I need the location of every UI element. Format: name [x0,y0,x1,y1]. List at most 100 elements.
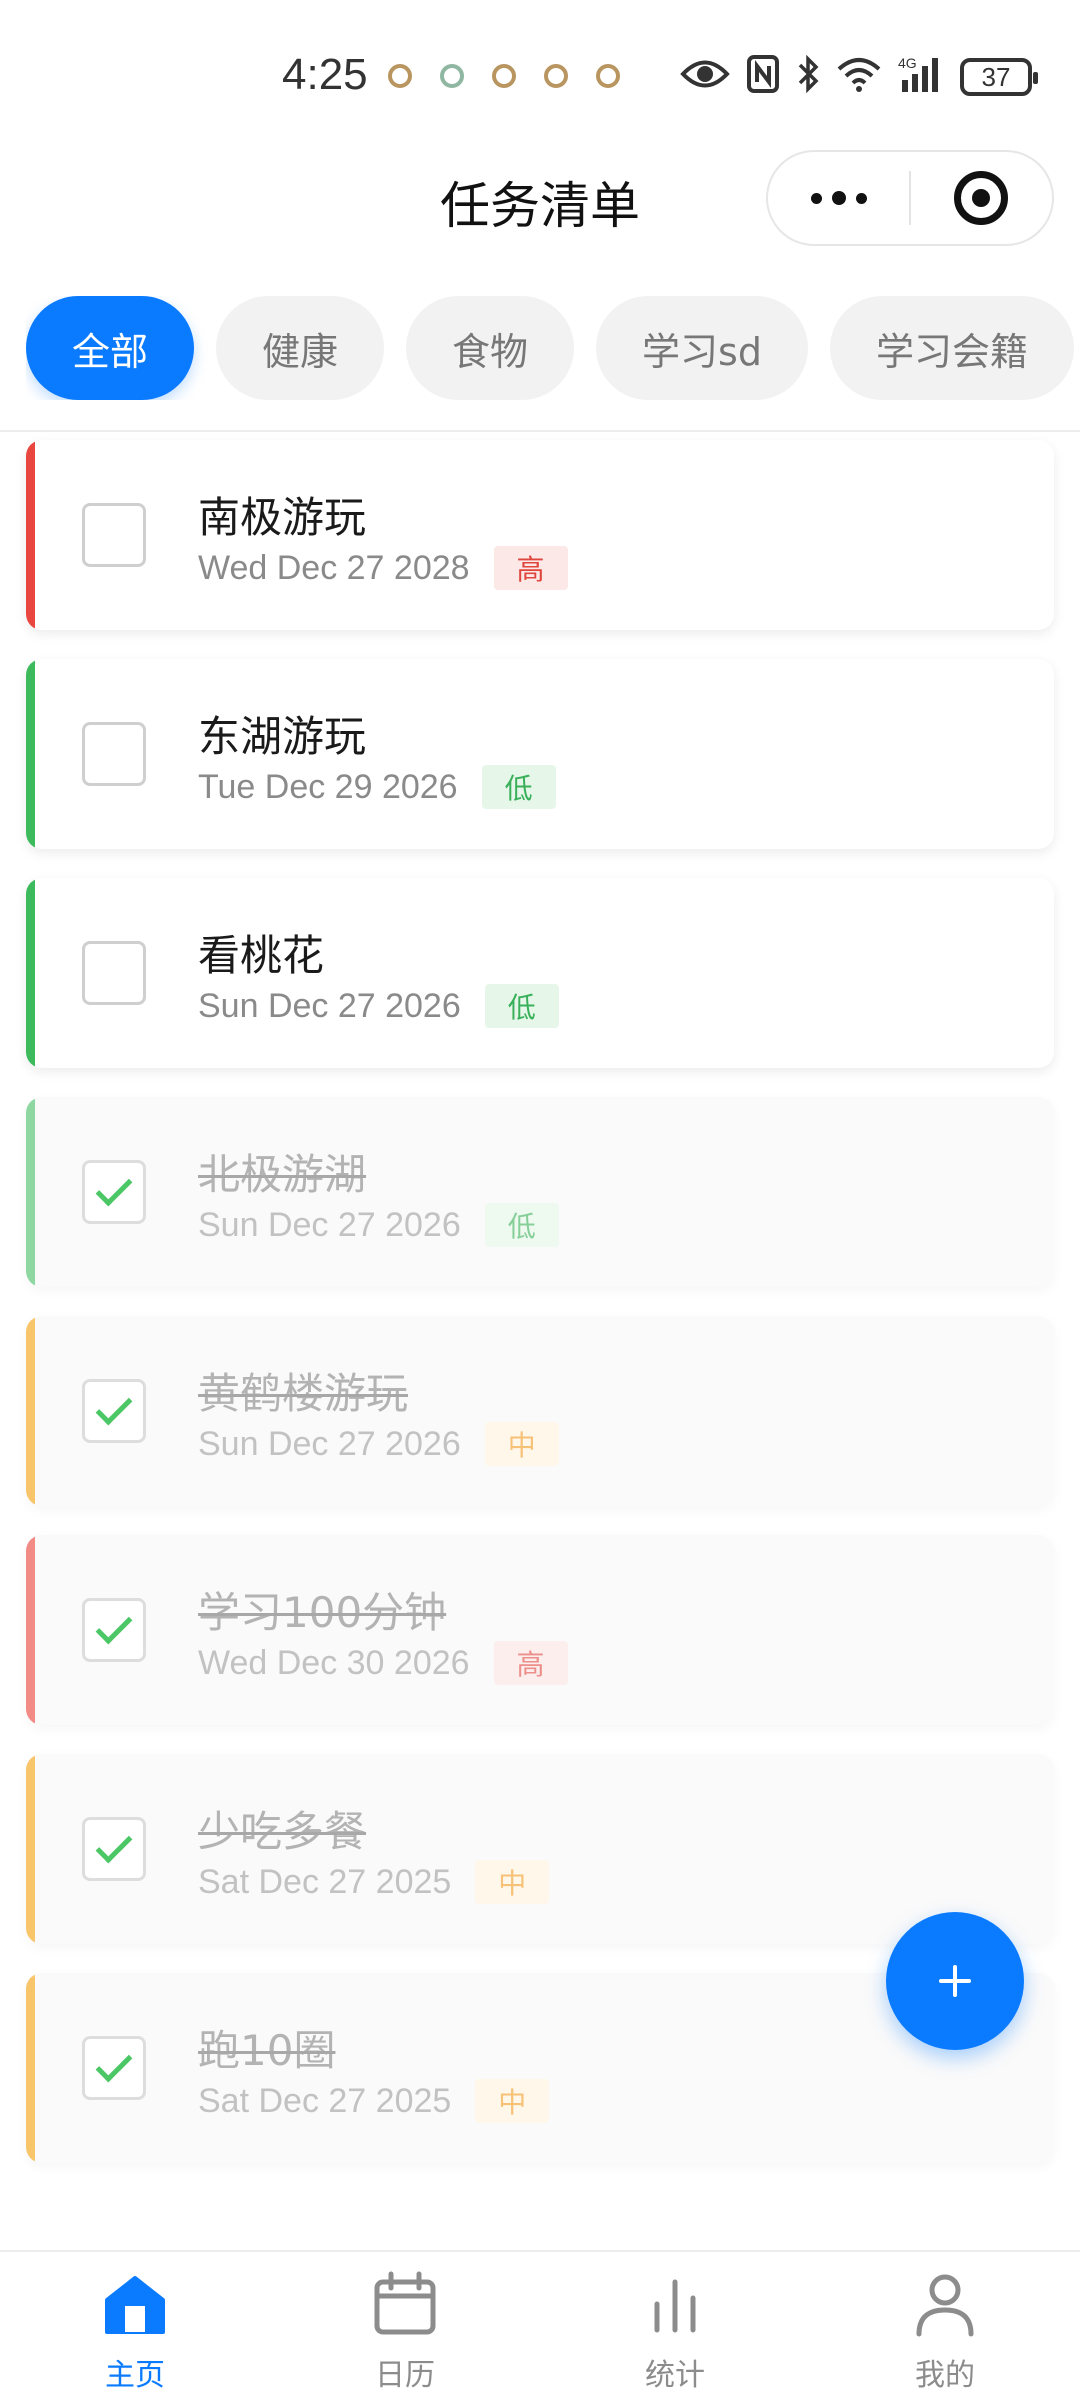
check-icon [95,1388,133,1426]
wifi-icon [836,52,882,96]
category-tab-all[interactable]: 全部 [26,296,195,400]
network-type-label: 4G [898,55,917,71]
task-checkbox[interactable] [82,503,146,567]
task-checkbox[interactable] [82,941,146,1005]
priority-badge: 低 [481,765,556,809]
priority-bar [26,1973,35,2163]
task-item[interactable]: 北极游湖 Sun Dec 27 2026 低 [26,1097,1054,1287]
category-tab-study-sd[interactable]: 学习sd [596,296,808,400]
category-tab-study-membership[interactable]: 学习会籍 [829,296,1074,400]
status-bar: 4:25 4G 37 [0,0,1080,150]
notification-icons [388,64,620,88]
task-date: Sat Dec 27 2025 [198,2081,452,2120]
task-checkbox[interactable] [82,1817,146,1881]
nfc-icon [746,52,780,96]
task-date: Sun Dec 27 2026 [198,1205,461,1244]
priority-badge: 高 [493,1641,568,1685]
close-mini-program-button[interactable] [911,171,1052,225]
category-tab-health[interactable]: 健康 [216,296,385,400]
task-date: Wed Dec 27 2028 [198,548,470,587]
priority-bar [26,878,35,1068]
notification-icon [544,64,568,88]
task-title: 东湖游玩 [198,712,367,761]
more-dot-icon [831,191,846,205]
task-meta: Wed Dec 30 2026 高 [198,1641,568,1685]
tabbar-label: 我的 [915,2358,975,2393]
priority-bar [26,1097,35,1287]
add-task-button[interactable] [886,1912,1024,2050]
priority-badge: 中 [475,1860,550,1904]
task-meta: Wed Dec 27 2028 高 [198,546,568,590]
category-tab-food[interactable]: 食物 [406,296,575,400]
battery-icon: 37 [960,58,1038,96]
task-date: Tue Dec 29 2026 [198,767,458,806]
task-checkbox[interactable] [82,1160,146,1224]
task-title: 南极游玩 [198,493,367,542]
task-date: Sat Dec 27 2025 [198,1862,452,1901]
system-icons: 4G [680,52,948,96]
task-item[interactable]: 东湖游玩 Tue Dec 29 2026 低 [26,659,1054,849]
more-dot-icon [810,192,822,204]
task-item[interactable]: 少吃多餐 Sat Dec 27 2025 中 [26,1754,1054,1944]
priority-badge: 低 [484,1203,559,1247]
notification-icon [388,64,412,88]
check-icon [95,1169,133,1207]
priority-badge: 中 [484,1422,559,1466]
task-date: Wed Dec 30 2026 [198,1643,470,1682]
task-item[interactable]: 南极游玩 Wed Dec 27 2028 高 [26,440,1054,630]
tabbar-label: 统计 [645,2358,705,2393]
task-item[interactable]: 黄鹤楼游玩 Sun Dec 27 2026 中 [26,1316,1054,1506]
priority-bar [26,1535,35,1725]
tabbar-label: 日历 [375,2358,435,2393]
mini-program-capsule [766,150,1054,246]
task-item[interactable]: 看桃花 Sun Dec 27 2026 低 [26,878,1054,1068]
priority-bar [26,440,35,630]
tabbar-item-calendar[interactable]: 日历 [270,2252,540,2400]
tabbar-item-profile[interactable]: 我的 [810,2252,1080,2400]
tabbar-item-home[interactable]: 主页 [0,2252,270,2400]
check-icon [95,2045,133,2083]
priority-badge: 中 [475,2079,550,2123]
priority-bar [26,1316,35,1506]
notification-icon [492,64,516,88]
task-meta: Sun Dec 27 2026 中 [198,1422,559,1466]
task-checkbox[interactable] [82,2036,146,2100]
task-title: 少吃多餐 [198,1807,367,1856]
status-time: 4:25 [282,50,368,99]
task-meta: Sun Dec 27 2026 低 [198,984,559,1028]
priority-bar [26,659,35,849]
priority-badge: 高 [493,546,568,590]
signal-icon: 4G [898,52,948,96]
notification-icon [440,64,464,88]
task-meta: Sat Dec 27 2025 中 [198,2079,550,2123]
home-icon [105,2276,165,2334]
notification-icon [596,64,620,88]
more-button[interactable] [768,191,909,205]
eye-icon [680,52,730,96]
check-icon [95,1607,133,1645]
task-meta: Tue Dec 29 2026 低 [198,765,556,809]
battery-level: 37 [981,61,1011,92]
task-meta: Sun Dec 27 2026 低 [198,1203,559,1247]
priority-badge: 低 [484,984,559,1028]
user-icon [916,2274,974,2337]
tabbar-label: 主页 [105,2358,165,2393]
more-dot-icon [855,192,867,204]
task-checkbox[interactable] [82,1379,146,1443]
task-date: Sun Dec 27 2026 [198,986,461,1025]
target-icon [954,171,1009,225]
task-checkbox[interactable] [82,722,146,786]
bar-chart-icon [654,2279,696,2333]
bottom-tab-bar: 主页 日历 统计 我的 [0,2250,1080,2400]
priority-bar [26,1754,35,1944]
task-title: 北极游湖 [198,1150,367,1199]
task-title: 跑10圈 [198,2026,336,2075]
plus-icon [939,1965,971,1997]
task-date: Sun Dec 27 2026 [198,1424,461,1463]
task-item[interactable]: 学习100分钟 Wed Dec 30 2026 高 [26,1535,1054,1725]
category-tabs: 全部 健康 食物 学习sd 学习会籍 [26,296,1080,400]
tabs-divider [0,430,1080,432]
tabbar-item-stats[interactable]: 统计 [540,2252,810,2400]
task-title: 黄鹤楼游玩 [198,1369,409,1418]
task-checkbox[interactable] [82,1598,146,1662]
